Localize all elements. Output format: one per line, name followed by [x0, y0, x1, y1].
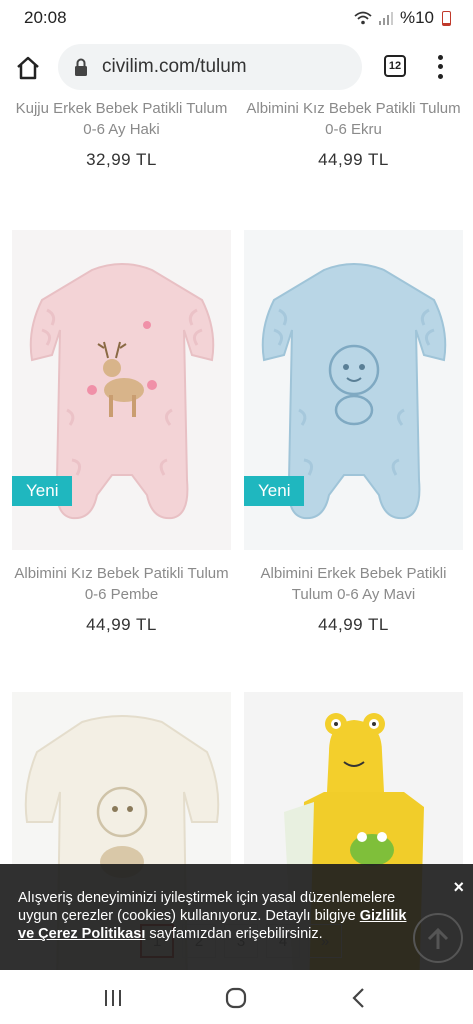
tab-switcher-button[interactable]: 12 [384, 55, 406, 77]
product-card[interactable]: Yeni Albimini Kız Bebek Patikli Tulum 0-… [12, 230, 231, 635]
home-icon[interactable] [14, 54, 42, 82]
new-badge: Yeni [12, 476, 73, 506]
browser-toolbar: civilim.com/tulum 12 [0, 36, 473, 98]
product-price: 44,99 TL [86, 615, 157, 634]
product-price: 44,99 TL [318, 150, 389, 169]
product-card[interactable]: Yeni Albimini Erkek Bebek Patikli Tulum … [244, 230, 463, 635]
product-image[interactable]: Yeni [12, 230, 231, 550]
cookie-text: Alışveriş deneyiminizi iyileştirmek için… [18, 890, 396, 924]
close-icon[interactable]: × [453, 878, 464, 896]
cookie-text-end: sayfamızdan erişebilirsiniz. [145, 926, 323, 942]
battery-icon [442, 10, 451, 26]
battery-percent: %10 [399, 8, 434, 27]
product-card[interactable]: Albimini Kız Bebek Patikli Tulum 0-6 Ekr… [244, 98, 463, 170]
product-price: 32,99 TL [86, 150, 157, 169]
scroll-to-top-button[interactable] [413, 913, 463, 963]
lock-icon [75, 58, 87, 76]
recent-apps-icon[interactable] [100, 985, 126, 1011]
status-bar: 20:08 %10 [0, 0, 473, 36]
more-menu-icon[interactable] [430, 53, 450, 81]
product-price: 44,99 TL [318, 615, 389, 634]
product-name[interactable]: Albimini Kız Bebek Patikli Tulum 0-6 Ekr… [244, 98, 463, 140]
product-name[interactable]: Albimini Kız Bebek Patikli Tulum 0-6 Pem… [12, 563, 231, 605]
product-card[interactable]: Kujju Erkek Bebek Patikli Tulum 0-6 Ay H… [12, 98, 231, 170]
wifi-icon [354, 11, 372, 25]
product-grid: Kujju Erkek Bebek Patikli Tulum 0-6 Ay H… [0, 98, 473, 986]
new-badge: Yeni [244, 476, 305, 506]
back-icon[interactable] [346, 985, 372, 1011]
url-bar[interactable]: civilim.com/tulum [58, 44, 362, 90]
product-name[interactable]: Kujju Erkek Bebek Patikli Tulum 0-6 Ay H… [12, 98, 231, 140]
cookie-banner: Alışveriş deneyiminizi iyileştirmek için… [0, 864, 473, 970]
arrow-up-icon [427, 927, 449, 949]
signal-icon [378, 12, 393, 25]
url-text: civilim.com/tulum [102, 56, 247, 77]
clock: 20:08 [24, 8, 67, 27]
product-name[interactable]: Albimini Erkek Bebek Patikli Tulum 0-6 A… [244, 563, 463, 605]
home-nav-icon[interactable] [223, 985, 249, 1011]
product-image[interactable]: Yeni [244, 230, 463, 550]
android-nav-bar [0, 970, 473, 1024]
